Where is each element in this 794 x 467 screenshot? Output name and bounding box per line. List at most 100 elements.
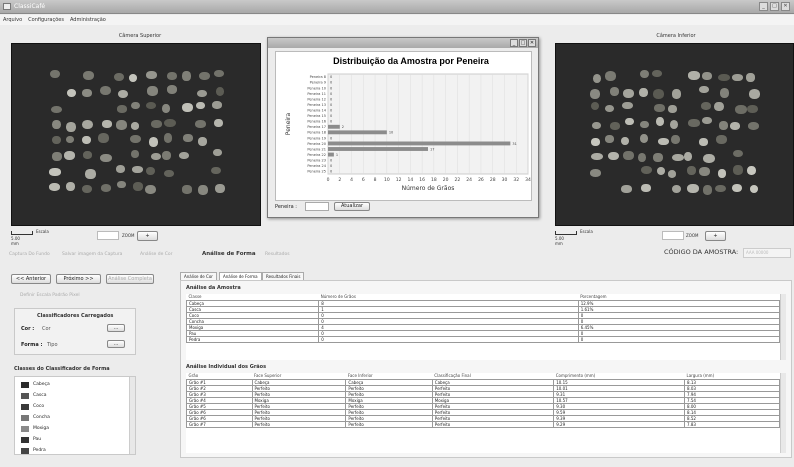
class-color-swatch [21,437,29,443]
next-button[interactable]: Próximo >> [56,274,101,284]
maximize-button[interactable]: □ [770,2,779,11]
class-list-item[interactable]: Coco [21,402,44,412]
coffee-bean [622,101,633,109]
coffee-bean [641,183,651,192]
complete-analysis-button[interactable]: Análise Completa [106,274,154,284]
coffee-bean [116,181,126,189]
x-tick-label: 22 [455,177,461,183]
tab-content-panel: Análise da Amostra Classe Número de Grãos… [180,280,792,458]
shape-classifier-browse-button[interactable]: ... [107,340,125,348]
popup-maximize-button[interactable]: □ [519,39,527,47]
coffee-bean [746,166,757,176]
y-tick-label: Peneira 25 [307,170,326,174]
step-captura-fundo: Captura Do Fundo [9,252,50,257]
x-tick-label: 6 [362,177,365,183]
class-list-item[interactable]: Cabeça [21,380,50,390]
zoom-in-button[interactable]: + [137,231,158,241]
peneira-input[interactable] [305,202,329,211]
class-label: Cabeça [33,382,50,387]
coffee-bean [167,85,178,94]
grain-table-row[interactable]: Grão #7 Perfeito Perfeito Perfeito 9.29 7.83 [186,420,780,428]
bar-value-label: 0 [330,86,332,90]
step-resultados: Resultados [265,252,290,257]
bar [328,147,428,151]
sample-table-scrollbar[interactable] [780,294,786,360]
bottom-camera-view[interactable] [555,43,794,226]
individual-table-scrollbar[interactable] [780,373,786,453]
coffee-bean [672,89,682,99]
coffee-bean [182,71,191,81]
menu-administracao[interactable]: Administração [70,15,106,25]
tab-analise-forma[interactable]: Análise de Forma [219,272,262,280]
coffee-bean [115,120,127,130]
coffee-bean [656,117,665,127]
coffee-bean [688,71,701,80]
menu-arquivo[interactable]: Arquivo [3,15,22,25]
close-icon[interactable]: ✕ [781,2,790,11]
y-tick-label: Peneira 19 [307,136,326,140]
coffee-bean [640,69,650,79]
class-list-item[interactable]: Pedra [21,446,46,456]
bar-value-label: 0 [330,103,332,107]
y-tick-label: Peneira 10 [307,86,326,90]
coffee-bean [652,70,663,78]
individual-analysis-title: Análise Individual dos Grãos [186,364,267,370]
zoom-level-field[interactable] [97,231,119,240]
bar-value-label: 0 [330,159,332,163]
coffee-bean [115,165,126,174]
coffee-bean [65,182,75,191]
menu-configuracoes[interactable]: Configurações [28,15,64,25]
table-cell: 9.29 [553,420,685,428]
bar-value-label: 10 [389,131,393,135]
coffee-bean [63,150,75,160]
coffee-bean [701,101,712,111]
sample-table-row[interactable]: Pedra 0 0 [185,335,781,343]
y-tick-label: Peneira 22 [307,153,326,157]
coffee-bean [640,165,653,174]
tab-analise-cor[interactable]: Análise de Cor [180,272,217,280]
y-tick-label: Peneira 8 [310,75,326,79]
popup-title-bar[interactable]: _ □ ✕ [268,38,538,48]
loaded-classifiers-panel: Classificadores Carregados Cor : Cor ...… [14,308,136,355]
coffee-bean [113,72,124,82]
bar-value-label: 0 [330,75,332,79]
y-tick-label: Peneira 21 [307,147,326,151]
x-axis-label: Número de Grãos [402,185,455,192]
coffee-bean [729,121,741,130]
top-camera-view[interactable] [11,43,261,226]
zoom-level-field-right[interactable] [662,231,684,240]
coffee-bean [148,137,159,148]
y-tick-label: Peneira 13 [307,103,326,107]
y-tick-label: Peneira 18 [307,131,326,135]
coffee-bean [605,105,615,113]
color-classifier-browse-button[interactable]: ... [107,324,125,332]
y-tick-label: Peneira 20 [307,142,326,146]
popup-close-icon[interactable]: ✕ [528,39,536,47]
update-chart-button[interactable]: Atualizar [334,202,370,211]
class-label: Concha [33,415,50,420]
coffee-bean [623,89,635,99]
classes-scrollbar[interactable] [129,377,135,454]
coffee-bean [686,184,699,194]
class-label: Casca [33,393,47,398]
class-list-item[interactable]: Moxiga [21,424,49,434]
minimize-button[interactable]: _ [759,2,768,11]
popup-minimize-button[interactable]: _ [510,39,518,47]
coffee-bean [652,88,665,99]
zoom-label: ZOOM [122,233,135,238]
coffee-bean [734,105,747,115]
coffee-bean [150,120,162,128]
bar-value-label: 0 [330,136,332,140]
coffee-bean [131,101,141,110]
class-list-item[interactable]: Pau [21,435,41,445]
coffee-bean [132,165,143,173]
x-tick-label: 0 [327,177,330,183]
table-cell: Perfeito [345,420,433,428]
previous-button[interactable]: << Anterior [11,274,51,284]
tab-resultados-finais[interactable]: Resultados Finais [262,272,305,280]
class-list-item[interactable]: Casca [21,391,46,401]
class-list-item[interactable]: Concha [21,413,50,423]
sample-code-field[interactable]: AAA 00000 [743,248,791,258]
coffee-bean [639,133,648,143]
zoom-in-button-right[interactable]: + [705,231,726,241]
